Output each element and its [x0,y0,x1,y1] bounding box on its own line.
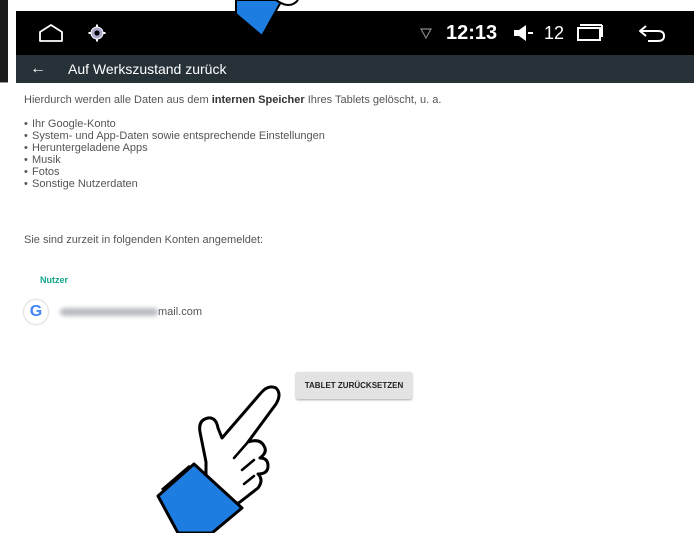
list-item: Ihr Google-Konto [24,118,325,130]
data-list: Ihr Google-Konto System- und App-Daten s… [24,118,325,190]
left-edge-divider [0,82,8,83]
volume-icon[interactable] [513,11,535,55]
google-logo-letter: G [29,303,43,320]
toolbar-back-arrow-icon[interactable]: ← [30,60,56,78]
list-item: Musik [24,154,325,166]
intro-text: Hierdurch werden alle Daten aus dem inte… [24,94,441,106]
back-icon[interactable] [638,11,666,55]
settings-gear-icon[interactable] [88,11,106,55]
volume-level: 12 [544,22,565,43]
list-item: Sonstige Nutzerdaten [24,178,325,190]
pointing-hand-icon [150,380,310,538]
reset-tablet-button[interactable]: TABLET ZURÜCKSETZEN [296,372,412,399]
google-logo-icon: G [24,300,48,324]
list-item: System- und App-Daten sowie entsprechend… [24,130,325,142]
account-email-suffix: mail.com [158,306,203,318]
status-bar: 12:13 12 [16,11,694,55]
pointing-hand-icon [218,0,308,45]
users-section-label: Nutzer [40,275,69,285]
list-item: Fotos [24,166,325,178]
intro-prefix: Hierdurch werden alle Daten aus dem [24,94,212,106]
clock-time: 12:13 [446,21,498,44]
intro-bold: internen Speicher [211,94,305,106]
page-title: Auf Werkszustand zurück [68,61,227,77]
list-item: Heruntergeladene Apps [24,142,325,154]
location-icon [420,11,432,55]
intro-suffix: Ihres Tablets gelöscht, u. a. [304,94,442,106]
accounts-text: Sie sind zurzeit in folgenden Konten ang… [24,234,264,246]
account-row: G mail.com [24,300,202,324]
left-dark-strip [0,0,8,82]
blurred-email-user [60,308,158,316]
app-toolbar: ← Auf Werkszustand zurück [16,55,694,83]
home-icon[interactable] [38,11,64,55]
recents-icon[interactable] [576,11,604,55]
